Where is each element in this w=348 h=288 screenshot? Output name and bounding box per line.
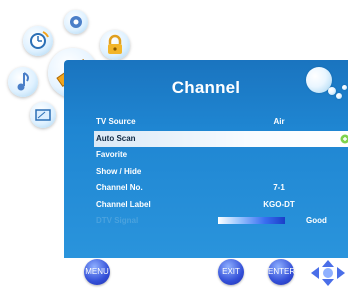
channel-menu: TV Source Air Auto Scan Favorite Show / …	[94, 114, 348, 230]
menu-item-label: Favorite	[96, 150, 128, 159]
signal-strength-bar	[218, 217, 285, 224]
enter-button-label: ENTER	[268, 267, 296, 276]
menu-item-value: KGO-DT	[263, 199, 295, 209]
settings-icon[interactable]	[64, 10, 88, 34]
menu-item-dtv-signal: DTV Signal Good	[94, 213, 348, 230]
menu-item-label: Auto Scan	[96, 133, 136, 143]
music-icon[interactable]	[8, 67, 38, 97]
menu-item-label: Channel Label	[96, 199, 151, 209]
menu-item-value: Air	[273, 117, 285, 126]
menu-item-auto-scan[interactable]: Auto Scan	[94, 130, 348, 147]
lock-icon[interactable]	[100, 30, 130, 60]
menu-item-label: DTV Signal	[96, 216, 139, 225]
select-arrow-icon	[340, 134, 348, 143]
exit-button[interactable]: EXIT	[218, 259, 244, 285]
menu-item-channel-no[interactable]: Channel No. 7-1	[94, 180, 348, 197]
menu-item-channel-label[interactable]: Channel Label KGO-DT	[94, 197, 348, 214]
exit-button-label: EXIT	[222, 267, 240, 276]
signal-quality-value: Good	[306, 216, 327, 225]
menu-item-label: Channel No.	[96, 183, 143, 192]
menu-item-label: Show / Hide	[96, 166, 142, 176]
navigation-arrows-icon[interactable]	[310, 259, 346, 287]
menu-item-show-hide[interactable]: Show / Hide	[94, 164, 348, 181]
enter-button[interactable]: ENTER	[268, 259, 296, 285]
menu-button-label: MENU	[85, 267, 109, 276]
menu-item-value: 7-1	[273, 183, 285, 192]
menu-item-tv-source[interactable]: TV Source Air	[94, 114, 348, 131]
screen-icon[interactable]	[30, 102, 56, 128]
menu-item-favorite[interactable]: Favorite	[94, 147, 348, 164]
decorative-bubbles	[302, 65, 348, 101]
menu-item-label: TV Source	[96, 117, 136, 126]
menu-button[interactable]: MENU	[84, 259, 110, 285]
